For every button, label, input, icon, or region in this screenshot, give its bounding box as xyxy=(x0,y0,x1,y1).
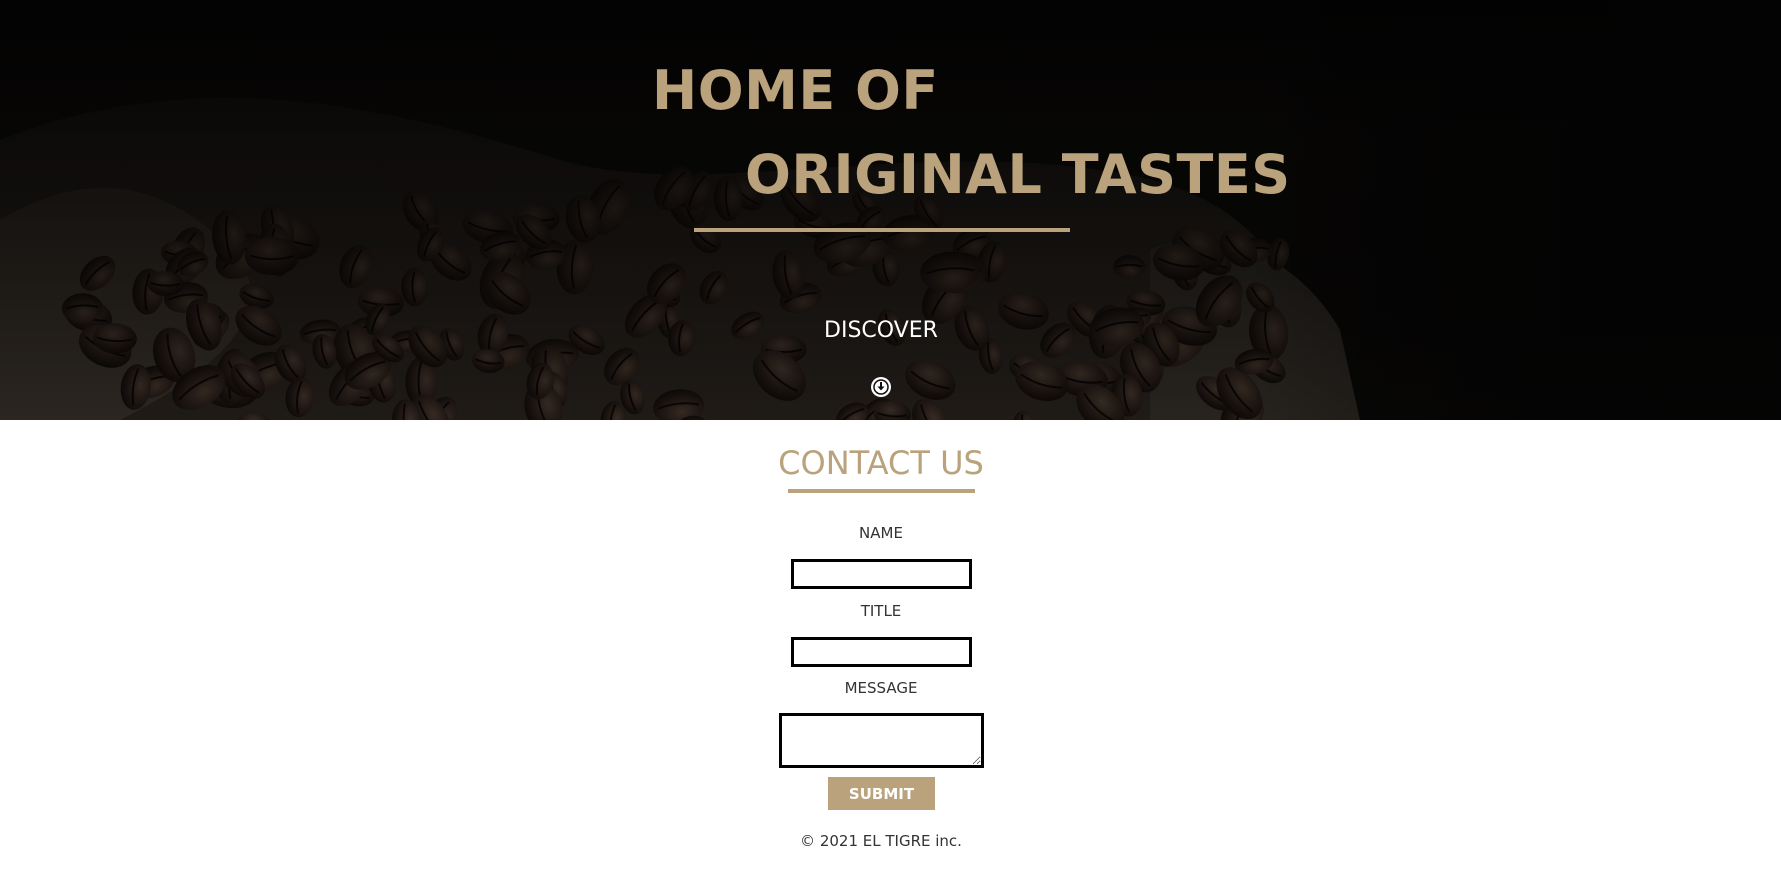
discover-link[interactable]: DISCOVER xyxy=(781,318,981,343)
arrow-circle-down-icon[interactable] xyxy=(870,376,892,398)
hero-divider xyxy=(694,228,1070,232)
contact-section: CONTACT US NAME TITLE MESSAGE SUBMIT © 2… xyxy=(0,420,1781,873)
name-input[interactable] xyxy=(791,559,972,589)
footer-copyright: © 2021 EL TIGRE inc. xyxy=(800,832,962,850)
hero-title-line-1: HOME OF xyxy=(652,59,939,122)
title-label: TITLE xyxy=(860,602,902,620)
contact-title: CONTACT US xyxy=(778,444,984,482)
name-label: NAME xyxy=(859,524,903,542)
message-textarea[interactable] xyxy=(779,713,984,768)
hero-title-line-2: ORIGINAL TASTES xyxy=(745,143,1291,206)
contact-divider xyxy=(788,489,975,493)
title-input[interactable] xyxy=(791,637,972,667)
submit-button[interactable]: SUBMIT xyxy=(828,777,935,810)
message-label: MESSAGE xyxy=(844,679,918,697)
hero-section: HOME OF ORIGINAL TASTES DISCOVER xyxy=(0,0,1781,420)
